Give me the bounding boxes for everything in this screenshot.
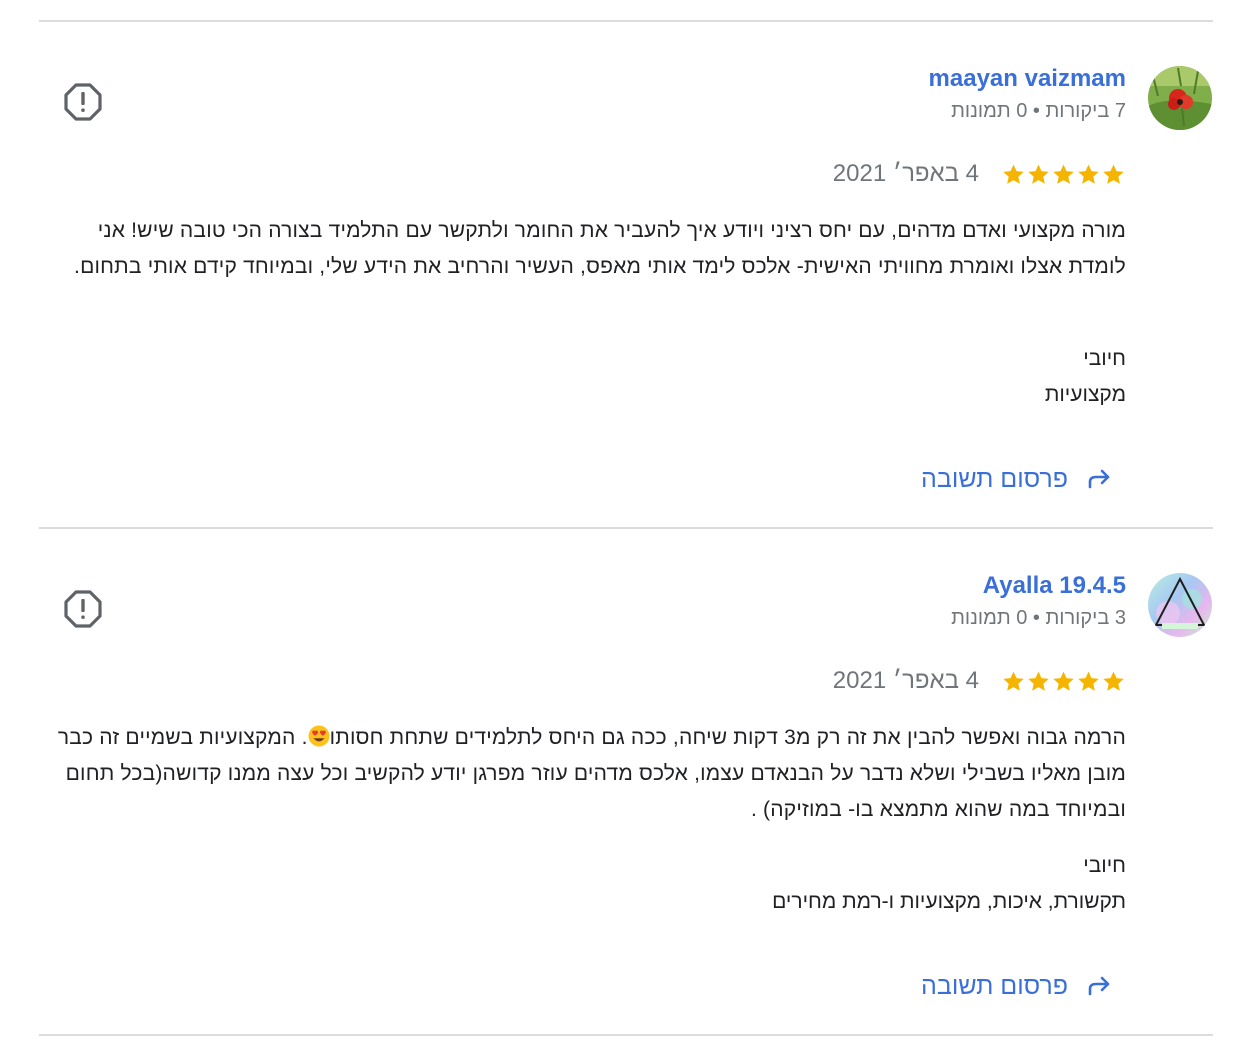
positive-title: חיובי — [1083, 347, 1126, 370]
poppy-flower-photo-icon — [1148, 66, 1212, 130]
post-reply-label: פרסום תשובה — [921, 464, 1068, 493]
author-avatar[interactable] — [1148, 573, 1212, 637]
author-meta: 7 ביקורות • 0 תמונות — [951, 100, 1126, 122]
star-icon — [1026, 162, 1051, 187]
positive-value: תקשורת, איכות, מקצועיות ו-רמת מחירים — [772, 890, 1126, 913]
report-flag-icon — [64, 83, 102, 121]
divider-bottom — [39, 1034, 1213, 1036]
post-reply-button[interactable]: פרסום תשובה — [921, 457, 1114, 501]
star-rating — [1001, 669, 1126, 694]
review-card: maayan vaizmam 7 ביקורות • 0 תמונות 4 בא… — [0, 21, 1254, 527]
positive-value: מקצועיות — [1044, 383, 1126, 406]
review-text-part-1: הרמה גבוה ואפשר להבין את זה רק מ3 דקות ש… — [329, 726, 1126, 749]
report-review-button[interactable] — [63, 589, 103, 629]
post-reply-button[interactable]: פרסום תשובה — [921, 964, 1114, 1008]
star-icon — [1051, 669, 1076, 694]
star-icon — [1076, 162, 1101, 187]
heart-eyes-emoji-icon — [308, 725, 330, 747]
report-review-button[interactable] — [63, 82, 103, 122]
star-icon — [1001, 162, 1026, 187]
report-flag-icon — [64, 590, 102, 628]
rating-row: 4 באפר׳ 2021 — [833, 156, 1126, 192]
reply-arrow-icon — [1084, 464, 1114, 494]
review-text: הרמה גבוה ואפשר להבין את זה רק מ3 דקות ש… — [50, 720, 1126, 828]
review-date: 4 באפר׳ 2021 — [832, 160, 979, 187]
author-meta: 3 ביקורות • 0 תמונות — [951, 607, 1126, 629]
star-rating — [1001, 162, 1126, 187]
star-icon — [1001, 669, 1026, 694]
rating-row: 4 באפר׳ 2021 — [833, 663, 1126, 699]
author-name-link[interactable]: Ayalla 19.4.5 — [983, 572, 1126, 600]
review-text: מורה מקצועי ואדם מדהים, עם יחס רציני ויו… — [74, 219, 1126, 278]
post-reply-label: פרסום תשובה — [921, 971, 1068, 1000]
review-card: Ayalla 19.4.5 3 ביקורות • 0 תמונות 4 באפ… — [0, 528, 1254, 1034]
star-icon — [1051, 162, 1076, 187]
star-icon — [1101, 669, 1126, 694]
star-icon — [1101, 162, 1126, 187]
review-date: 4 באפר׳ 2021 — [832, 667, 979, 694]
author-avatar[interactable] — [1148, 66, 1212, 130]
star-icon — [1026, 669, 1051, 694]
reply-arrow-icon — [1084, 971, 1114, 1001]
positive-title: חיובי — [1083, 854, 1126, 877]
star-icon — [1076, 669, 1101, 694]
author-name-link[interactable]: maayan vaizmam — [929, 65, 1126, 93]
triangle-pastel-avatar-icon — [1148, 573, 1212, 637]
